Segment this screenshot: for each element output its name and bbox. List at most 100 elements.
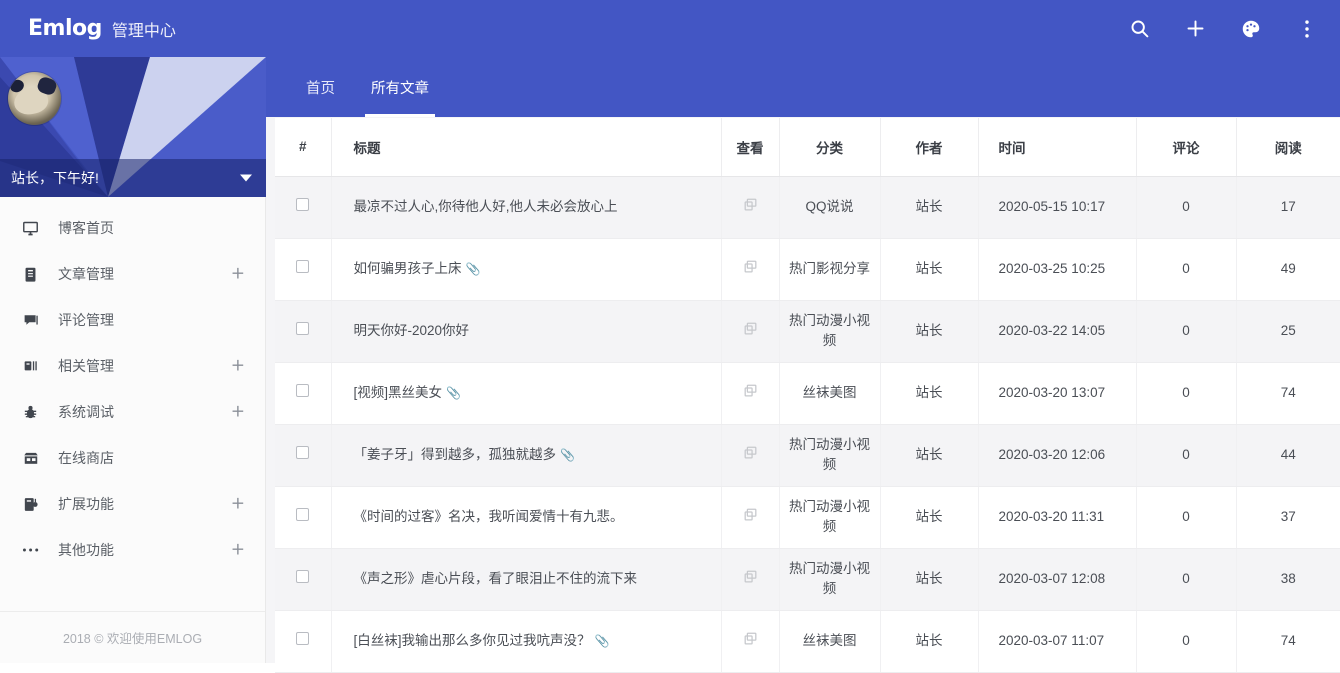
table-row[interactable]: 最凉不过人心,你待他人好,他人未必会放心上 QQ说说 站长 2020-05-15 10… — [275, 176, 1340, 238]
table-row[interactable]: [视频]黑丝美女📎丝袜美图站长2020-03-20 13:07074 — [275, 362, 1340, 424]
table-row[interactable]: 《声之形》虐心片段，看了眼泪止不住的流下来热门动漫小视频站长2020-03-07… — [275, 548, 1340, 610]
sidebar-item-system-debug[interactable]: 系统调试 + — [0, 389, 265, 435]
sidebar-item-related-management[interactable]: 相关管理 + — [0, 343, 265, 389]
expand-plus-icon[interactable]: + — [231, 404, 245, 421]
row-checkbox[interactable] — [296, 508, 309, 521]
post-view-count: 74 — [1281, 633, 1296, 648]
post-category[interactable]: 丝袜美图 — [803, 385, 857, 400]
post-view-count: 44 — [1281, 447, 1296, 462]
posts-table-container: # 标题 查看 分类 作者 时间 评论 阅读 最凉不过人心,你待他人好,他人未必… — [275, 118, 1340, 673]
sidebar-item-article-management[interactable]: 文章管理 + — [0, 251, 265, 297]
post-time: 2020-05-15 10:17 — [999, 199, 1106, 214]
post-category[interactable]: 热门动漫小视频 — [789, 499, 870, 534]
post-title[interactable]: 如何骗男孩子上床 — [354, 261, 462, 276]
post-title[interactable]: 「姜子牙」得到越多，孤独就越多 — [354, 447, 557, 462]
post-category[interactable]: 热门动漫小视频 — [789, 561, 870, 596]
search-icon[interactable] — [1124, 14, 1154, 44]
post-author: 站长 — [916, 199, 943, 214]
sidebar-item-blog-home[interactable]: 博客首页 — [0, 205, 265, 251]
more-vertical-icon[interactable] — [1292, 14, 1322, 44]
view-post-icon[interactable] — [743, 383, 758, 398]
view-post-icon[interactable] — [743, 321, 758, 336]
column-header-title[interactable]: 标题 — [331, 118, 721, 176]
sidebar-item-other-features[interactable]: 其他功能 + — [0, 527, 265, 573]
view-post-icon[interactable] — [743, 445, 758, 460]
column-header-author[interactable]: 作者 — [880, 118, 978, 176]
table-row[interactable]: 明天你好-2020你好热门动漫小视频站长2020-03-22 14:05025 — [275, 300, 1340, 362]
tab-home[interactable]: 首页 — [288, 57, 353, 117]
sidebar-item-online-store[interactable]: 在线商店 — [0, 435, 265, 481]
post-category[interactable]: 热门动漫小视频 — [789, 313, 870, 348]
row-checkbox[interactable] — [296, 322, 309, 335]
comment-icon — [22, 312, 48, 329]
post-comment-count: 0 — [1182, 633, 1190, 648]
expand-plus-icon[interactable]: + — [231, 358, 245, 375]
expand-plus-icon[interactable]: + — [231, 266, 245, 283]
post-comment-count: 0 — [1182, 261, 1190, 276]
post-view-count: 38 — [1281, 571, 1296, 586]
post-title[interactable]: 《时间的过客》名决，我听闻爱情十有九悲。 — [354, 509, 624, 524]
row-checkbox[interactable] — [296, 446, 309, 459]
tab-bar: 首页 所有文章 — [266, 57, 1340, 117]
column-header-views[interactable]: 阅读 — [1236, 118, 1340, 176]
column-header-comments[interactable]: 评论 — [1136, 118, 1236, 176]
post-time: 2020-03-20 12:06 — [999, 447, 1106, 462]
table-row[interactable]: 《时间的过客》名决，我听闻爱情十有九悲。热门动漫小视频站长2020-03-20 … — [275, 486, 1340, 548]
post-title[interactable]: 明天你好-2020你好 — [354, 323, 470, 338]
post-title[interactable]: [视频]黑丝美女 — [354, 385, 443, 400]
view-post-icon[interactable] — [743, 507, 758, 522]
tab-all-articles[interactable]: 所有文章 — [353, 57, 447, 117]
post-comment-count: 0 — [1182, 571, 1190, 586]
sidebar-item-comment-management[interactable]: 评论管理 — [0, 297, 265, 343]
copyright-text: 2018 © 欢迎使用EMLOG — [63, 628, 202, 647]
sidebar-menu: 博客首页 文章管理 + 评论管理 — [0, 197, 265, 573]
post-time: 2020-03-20 11:31 — [999, 509, 1105, 524]
tab-label: 首页 — [306, 77, 335, 98]
avatar[interactable] — [8, 72, 61, 125]
sidebar-item-extensions[interactable]: 扩展功能 + — [0, 481, 265, 527]
sidebar-footer: 2018 © 欢迎使用EMLOG — [0, 611, 265, 663]
plus-icon[interactable] — [1180, 14, 1210, 44]
post-comment-count: 0 — [1182, 447, 1190, 462]
expand-plus-icon[interactable]: + — [231, 542, 245, 559]
post-title[interactable]: 《声之形》虐心片段，看了眼泪止不住的流下来 — [354, 571, 638, 586]
post-comment-count: 0 — [1182, 509, 1190, 524]
view-post-icon[interactable] — [743, 259, 758, 274]
row-checkbox[interactable] — [296, 198, 309, 211]
column-header-view[interactable]: 查看 — [721, 118, 779, 176]
clipboard-icon — [22, 266, 48, 283]
row-checkbox[interactable] — [296, 570, 309, 583]
post-time: 2020-03-07 11:07 — [999, 633, 1105, 648]
sidebar-item-label: 在线商店 — [58, 448, 114, 468]
post-category[interactable]: 丝袜美图 — [803, 633, 857, 648]
main-content: 首页 所有文章 # 标题 查看 分类 作者 时间 评论 阅读 — [266, 57, 1340, 663]
chevron-down-icon[interactable] — [240, 175, 252, 182]
view-post-icon[interactable] — [743, 631, 758, 646]
column-header-category[interactable]: 分类 — [779, 118, 880, 176]
palette-icon[interactable] — [1236, 14, 1266, 44]
post-title[interactable]: 最凉不过人心,你待他人好,他人未必会放心上 — [354, 199, 618, 214]
view-post-icon[interactable] — [743, 197, 758, 212]
post-time: 2020-03-20 13:07 — [999, 385, 1106, 400]
brand[interactable]: Emlog 管理中心 — [28, 0, 176, 57]
expand-plus-icon[interactable]: + — [231, 496, 245, 513]
row-checkbox[interactable] — [296, 260, 309, 273]
post-category[interactable]: 热门影视分享 — [789, 261, 870, 276]
column-header-time[interactable]: 时间 — [978, 118, 1136, 176]
view-post-icon[interactable] — [743, 569, 758, 584]
post-view-count: 74 — [1281, 385, 1296, 400]
sidebar-item-label: 其他功能 — [58, 540, 114, 560]
post-category[interactable]: 热门动漫小视频 — [789, 437, 870, 472]
tab-label: 所有文章 — [371, 77, 429, 98]
column-header-index[interactable]: # — [275, 118, 331, 176]
table-row[interactable]: 如何骗男孩子上床📎热门影视分享站长2020-03-25 10:25049 — [275, 238, 1340, 300]
row-checkbox[interactable] — [296, 384, 309, 397]
sidebar-item-label: 文章管理 — [58, 264, 114, 284]
post-category[interactable]: QQ说说 — [805, 199, 853, 214]
table-row[interactable]: 「姜子牙」得到越多，孤独就越多📎热门动漫小视频站长2020-03-20 12:0… — [275, 424, 1340, 486]
brand-subtitle: 管理中心 — [112, 17, 176, 41]
post-author: 站长 — [916, 633, 943, 648]
post-title[interactable]: [白丝袜]我输出那么多你见过我吭声没？ — [354, 633, 591, 648]
user-greeting-bar[interactable]: 站长，下午好! — [0, 159, 266, 197]
row-checkbox[interactable] — [296, 632, 309, 645]
